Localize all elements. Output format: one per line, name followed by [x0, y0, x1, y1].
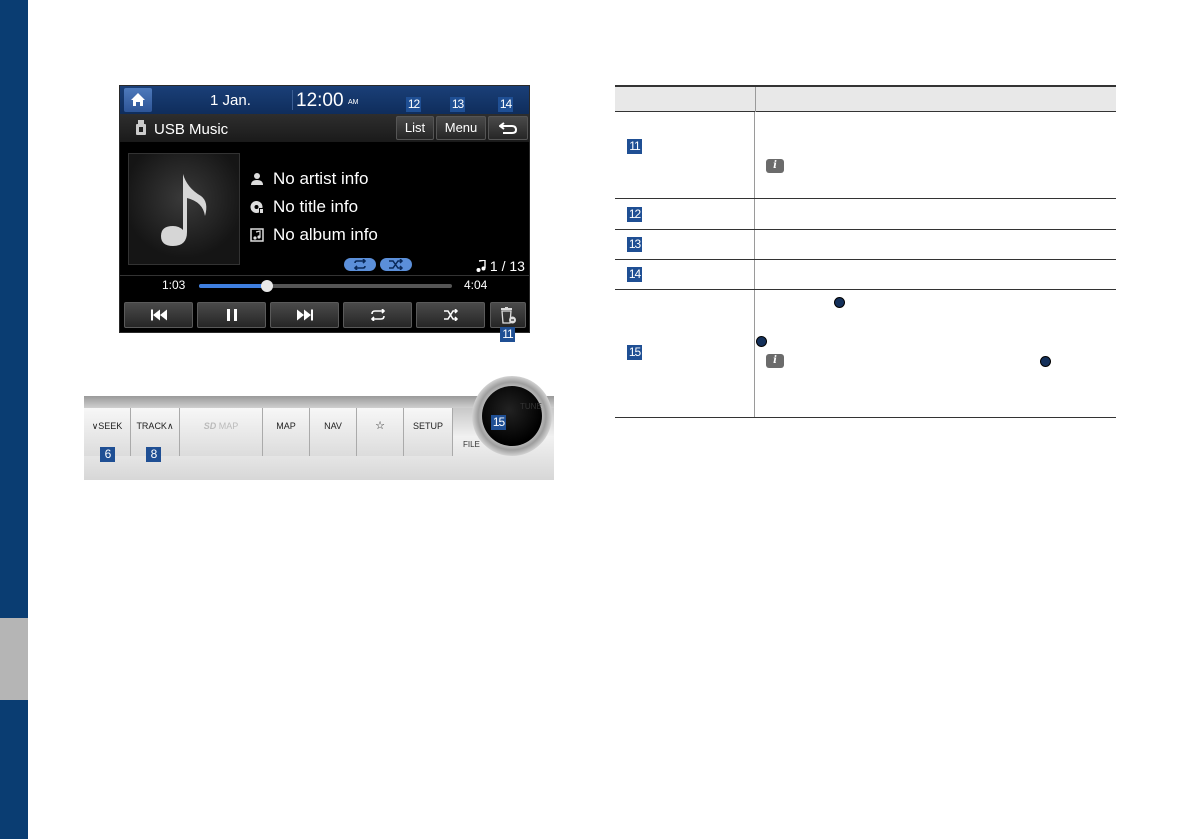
- total-time: 4:04: [464, 278, 488, 292]
- back-button[interactable]: [488, 116, 528, 140]
- star-icon: ☆: [375, 420, 385, 432]
- artist-text: No artist info: [273, 169, 369, 188]
- clock-display: 12:00: [296, 90, 344, 111]
- file-label: FILE: [463, 440, 480, 449]
- shuffle-button[interactable]: [416, 302, 485, 328]
- repeat-mode-indicator: [344, 258, 376, 271]
- album-text: No album info: [273, 225, 378, 244]
- home-icon: [131, 93, 145, 106]
- callout-6-badge: 6: [100, 447, 115, 462]
- title-bar: USB Music List Menu: [120, 114, 529, 142]
- progress-fill: [199, 284, 268, 288]
- row-label-cell: 11: [615, 112, 755, 198]
- chevron-up-icon: ∧: [166, 421, 174, 431]
- shuffle-icon: [389, 259, 404, 270]
- title-text: No title info: [273, 197, 359, 216]
- dial-icon: [834, 297, 845, 308]
- row-number-15: 15: [627, 345, 642, 360]
- next-track-button[interactable]: [270, 302, 339, 328]
- head-unit-screen: 1 Jan. 12:00 AM USB Music List Menu No a…: [119, 85, 530, 333]
- table-row: 14: [615, 260, 1116, 290]
- row-label-cell: 12: [615, 199, 755, 229]
- callout-11-badge: 11: [500, 327, 515, 342]
- table-row: 13: [615, 230, 1116, 260]
- track-count-text: 1 / 13: [489, 258, 525, 274]
- date-display: 1 Jan.: [210, 92, 251, 109]
- sd-map-label: MAP: [218, 421, 239, 431]
- elapsed-time: 1:03: [162, 278, 186, 292]
- callout-13-badge: 13: [450, 97, 465, 112]
- status-bar: 1 Jan. 12:00 AM: [120, 86, 529, 114]
- repeat-icon: [353, 259, 367, 270]
- row-number-13: 13: [627, 237, 642, 252]
- skip-forward-icon: [296, 309, 313, 321]
- dial-icon: [1040, 356, 1051, 367]
- nav-button[interactable]: NAV: [310, 408, 357, 456]
- list-button[interactable]: List: [396, 116, 434, 140]
- callout-14-badge: 14: [498, 97, 513, 112]
- pause-button[interactable]: [197, 302, 266, 328]
- skip-back-icon: [150, 309, 167, 321]
- clock-ampm: AM: [348, 99, 359, 106]
- repeat-button[interactable]: [343, 302, 412, 328]
- callout-12-badge: 12: [406, 97, 421, 112]
- menu-button[interactable]: Menu: [436, 116, 486, 140]
- map-button[interactable]: MAP: [263, 408, 310, 456]
- row-number-12: 12: [627, 207, 642, 222]
- page-side-strip: [0, 0, 28, 839]
- favorite-button[interactable]: ☆: [357, 408, 404, 456]
- home-button[interactable]: [124, 88, 152, 112]
- repeat-icon: [370, 309, 385, 321]
- seek-label: SEEK: [98, 421, 123, 431]
- tune-label: TUNE: [520, 402, 542, 411]
- shuffle-mode-indicator: [380, 258, 412, 271]
- header-divider: [755, 87, 756, 112]
- row-label-cell: 13: [615, 230, 755, 259]
- table-row: 15 i: [615, 290, 1116, 418]
- artist-icon: [251, 173, 263, 185]
- pause-icon: [226, 309, 237, 321]
- setup-button[interactable]: SETUP: [404, 408, 453, 456]
- sd-map-button[interactable]: SD MAP: [180, 408, 263, 456]
- previous-track-button[interactable]: [124, 302, 193, 328]
- callout-8-badge: 8: [146, 447, 161, 462]
- album-art: [128, 153, 240, 265]
- delete-file-button[interactable]: [490, 302, 526, 328]
- music-note-icon: [161, 174, 207, 246]
- progress-bar[interactable]: [199, 280, 452, 292]
- info-icon: i: [766, 354, 784, 368]
- back-arrow-icon: [498, 122, 518, 134]
- row-number-14: 14: [627, 267, 642, 282]
- dial-icon: [756, 336, 767, 347]
- row-number-11: 11: [627, 139, 642, 154]
- screen-separator: [120, 275, 529, 276]
- disc-icon: [250, 201, 263, 214]
- shuffle-icon: [443, 309, 458, 321]
- sd-logo-icon: SD: [203, 421, 217, 431]
- row-label-cell: 14: [615, 260, 755, 289]
- info-icon: i: [766, 159, 784, 173]
- source-title: USB Music: [154, 121, 229, 138]
- progress-knob[interactable]: [261, 280, 274, 292]
- album-icon: [250, 228, 264, 242]
- table-row: 11 i: [615, 112, 1116, 199]
- note-icon: [476, 259, 486, 272]
- track-counter: 1 / 13: [476, 258, 525, 274]
- callout-15-badge: 15: [491, 415, 506, 430]
- usb-icon: [136, 120, 146, 135]
- table-header: [615, 85, 1116, 112]
- table-row: 12: [615, 199, 1116, 230]
- page-side-tab: [0, 618, 28, 700]
- trash-icon: [501, 307, 516, 324]
- track-label: TRACK: [136, 421, 167, 431]
- row-label-cell: 15: [615, 290, 755, 417]
- status-divider: [292, 90, 293, 110]
